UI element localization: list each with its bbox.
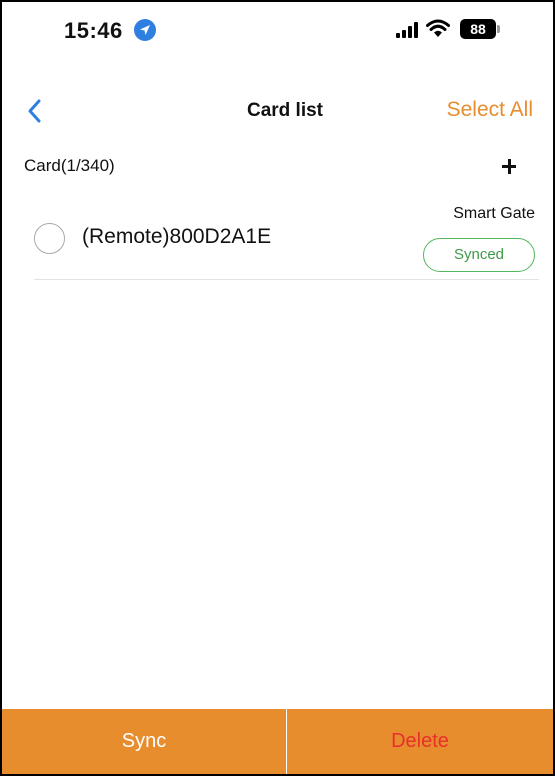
select-radio[interactable] [34, 223, 65, 254]
signal-icon [396, 22, 418, 38]
select-all-button[interactable]: Select All [447, 98, 533, 122]
card-header: Card(1/340) [2, 150, 553, 186]
card-count: Card(1/340) [24, 156, 115, 175]
sync-button[interactable]: Sync [2, 709, 286, 774]
add-card-button[interactable] [495, 152, 523, 180]
card-device-type: Smart Gate [453, 205, 535, 222]
bottom-action-bar: Sync Delete [2, 709, 553, 774]
nav-bar: Card list Select All [2, 82, 553, 138]
battery-icon: 88 [460, 19, 496, 39]
battery-cap [497, 25, 500, 33]
location-arrow-icon [134, 19, 156, 41]
delete-button[interactable]: Delete [287, 709, 553, 774]
status-badge: Synced [423, 238, 535, 272]
wifi-icon [426, 19, 450, 39]
card-list-item[interactable]: (Remote)800D2A1E Smart Gate Synced [34, 197, 539, 280]
app-screen: 15:46 88 Card list Select All Card(1/340… [0, 0, 555, 776]
status-time: 15:46 [64, 18, 123, 43]
card-name: (Remote)800D2A1E [82, 225, 272, 248]
status-bar: 15:46 88 [2, 2, 553, 64]
